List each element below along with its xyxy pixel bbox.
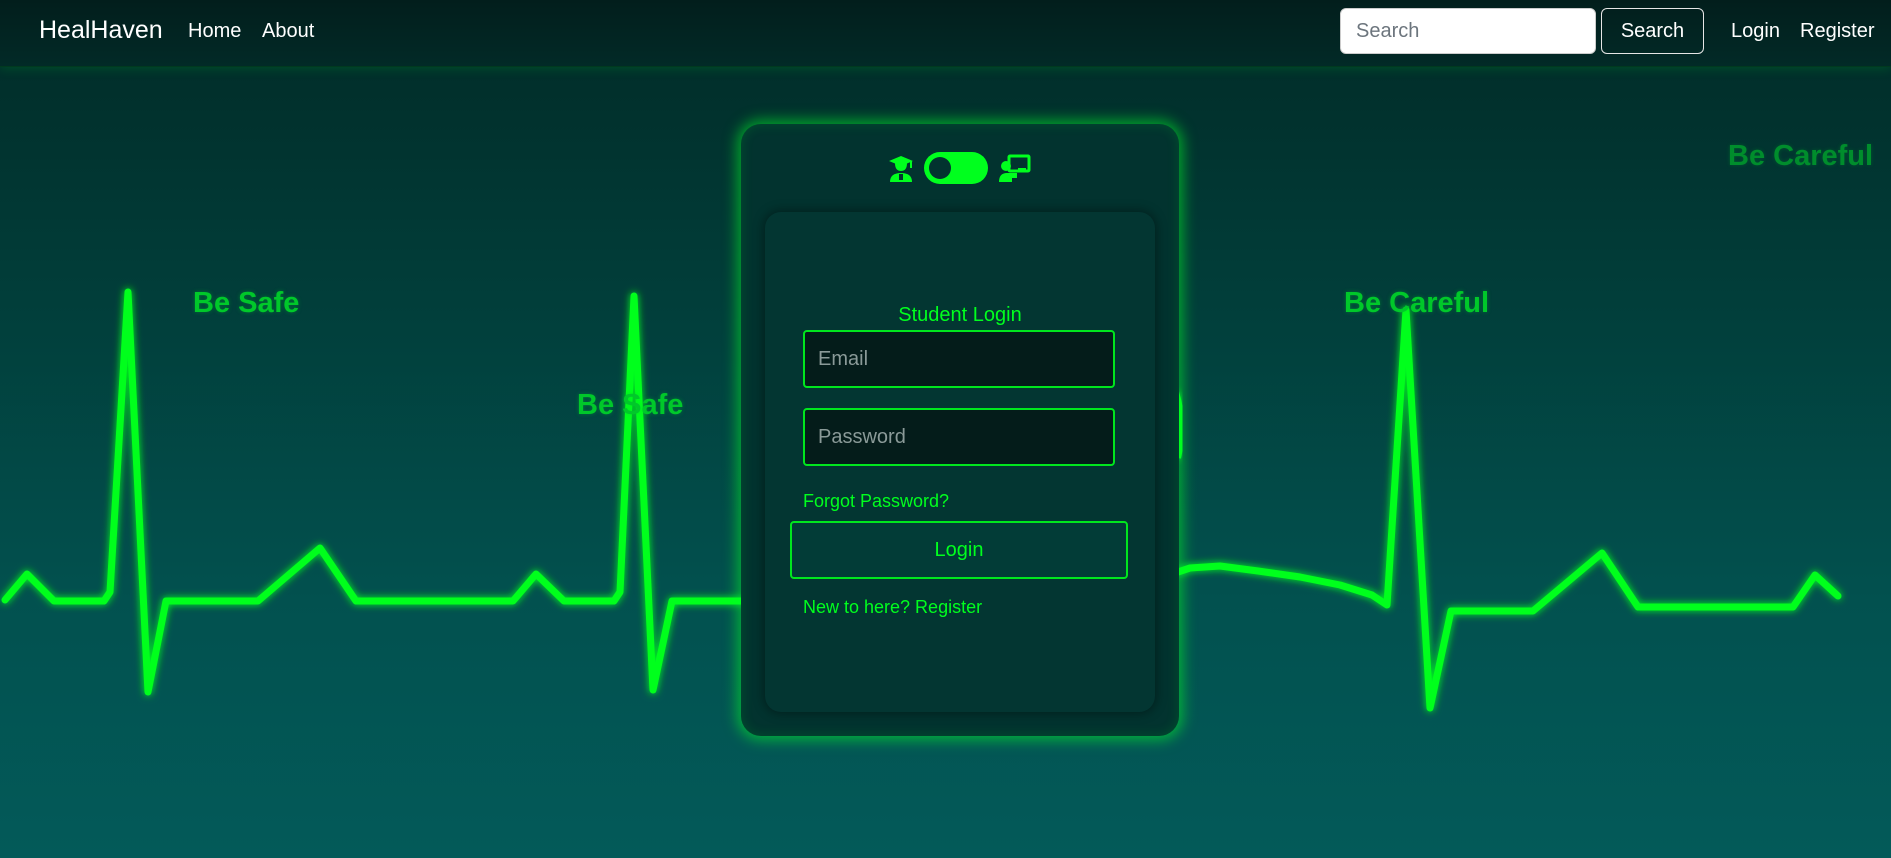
login-button[interactable]: Login	[790, 521, 1128, 579]
bg-word-be-safe: Be Safe	[193, 287, 300, 319]
toggle-knob	[929, 157, 951, 179]
student-icon[interactable]	[887, 154, 915, 182]
bg-word-be-careful: Be Careful	[1344, 287, 1490, 319]
bg-word-be-safe: Be Safe	[577, 389, 684, 421]
login-container: Student Login Forgot Password? Login New…	[741, 124, 1179, 736]
password-field[interactable]	[803, 408, 1115, 466]
login-title: Student Login	[898, 304, 1022, 326]
bg-word-be-careful: Be Careful	[1728, 140, 1874, 172]
ecg-segment-left	[1, 288, 749, 696]
register-link[interactable]: New to here? Register	[803, 597, 982, 618]
role-toggle-switch[interactable]	[924, 152, 988, 184]
ecg-segment-right	[1174, 306, 1842, 712]
login-form: Student Login Forgot Password? Login New…	[765, 212, 1155, 712]
role-toggle-row	[741, 150, 1179, 186]
teacher-icon[interactable]	[999, 154, 1031, 182]
forgot-password-link[interactable]: Forgot Password?	[803, 491, 949, 512]
email-field[interactable]	[803, 330, 1115, 388]
